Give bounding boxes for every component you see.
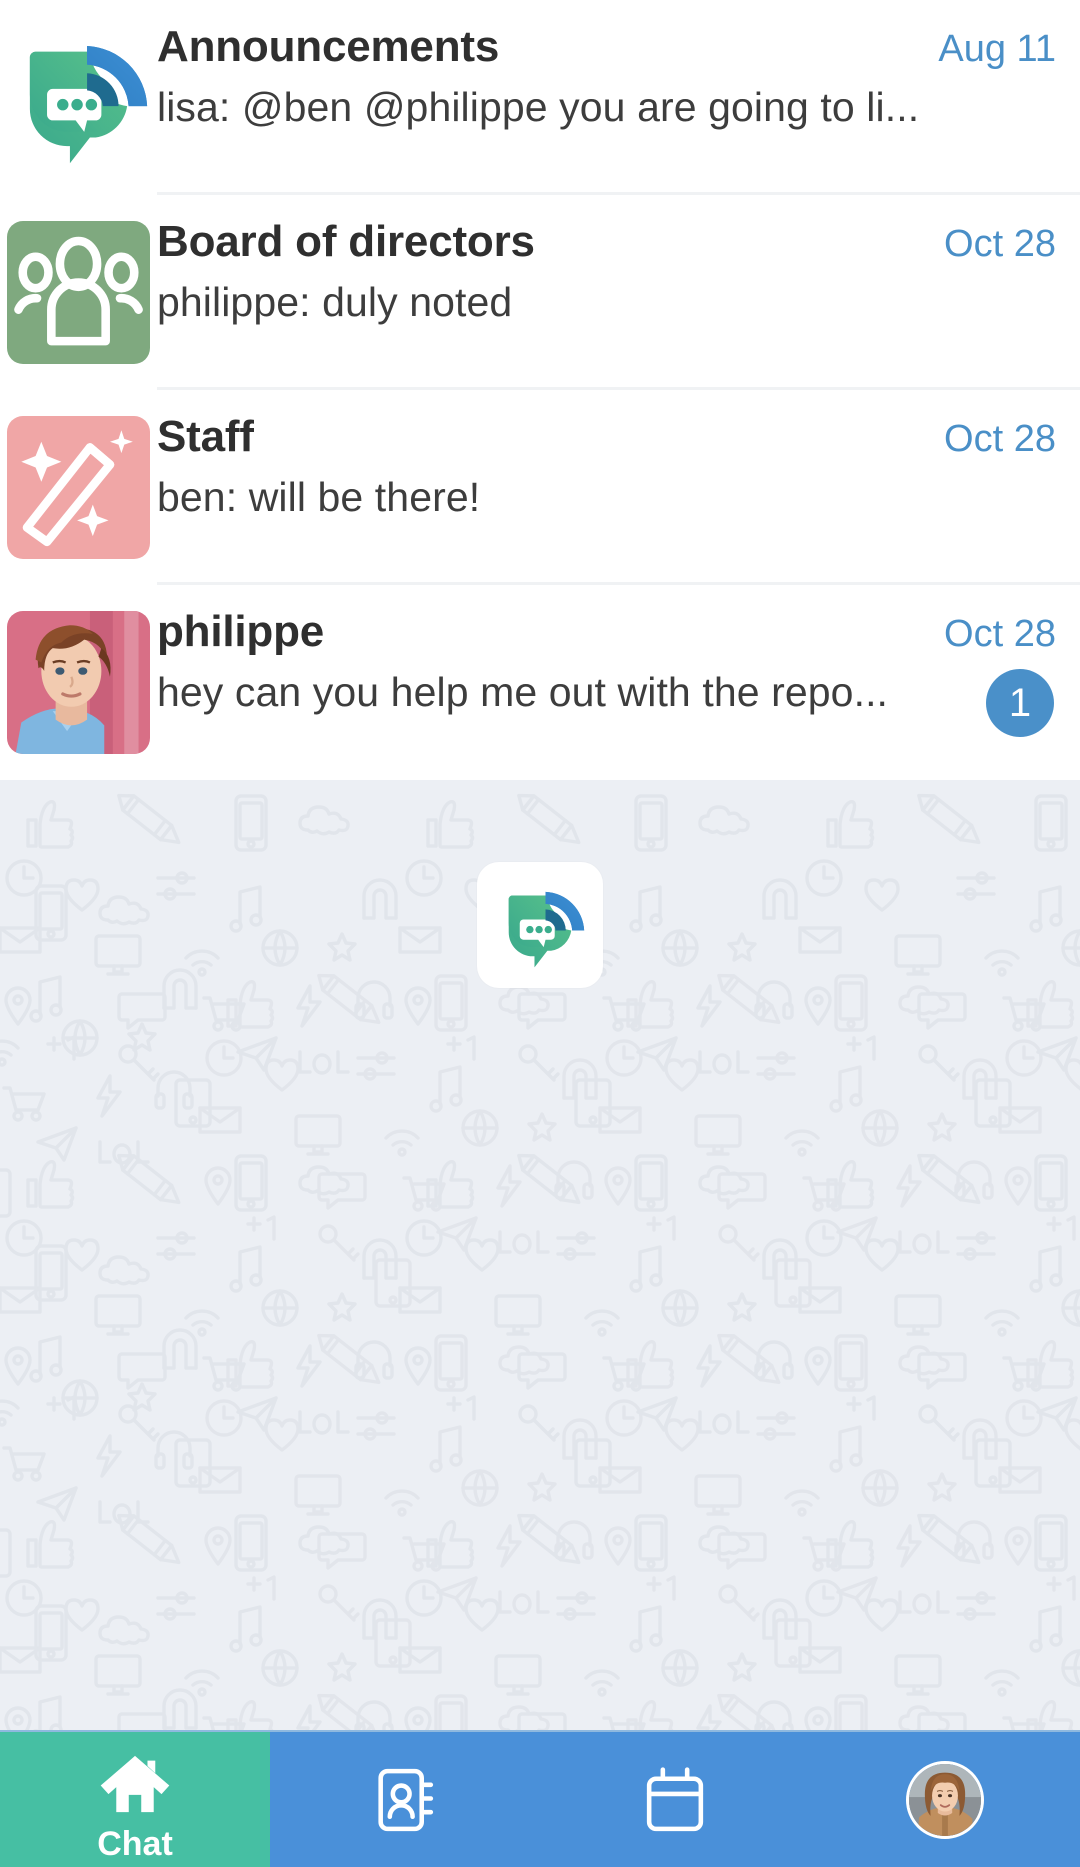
profile-avatar-icon (906, 1760, 984, 1839)
nav-tab-chat-label: Chat (97, 1824, 173, 1863)
nav-tab-calendar[interactable] (540, 1732, 810, 1867)
chat-preview: philippe: duly noted (157, 279, 513, 325)
row-footer: lisa: @ben @philippe you are going to li… (157, 84, 1080, 131)
calendar-icon (637, 1762, 713, 1838)
nav-tab-chat[interactable]: Chat (0, 1732, 270, 1867)
staff-avatar (7, 416, 150, 559)
chat-name: Staff (157, 412, 254, 461)
chat-preview: lisa: @ben @philippe you are going to li… (157, 84, 917, 130)
avatar-slot (0, 0, 157, 195)
chat-list-item-staff[interactable]: Staff Oct 28 ben: will be there! (0, 390, 1080, 585)
chat-preview: hey can you help me out with the repo... (157, 669, 889, 715)
chat-date: Oct 28 (944, 613, 1056, 655)
chat-list-item-philippe[interactable]: philippe Oct 28 hey can you help me out … (0, 585, 1080, 780)
badge-slot: 1 (970, 669, 1080, 737)
chat-date: Oct 28 (944, 223, 1056, 265)
chat-name: philippe (157, 607, 325, 656)
row-footer: philippe: duly noted (157, 279, 1080, 326)
row-body: philippe Oct 28 hey can you help me out … (157, 585, 1080, 737)
rocketchat-speech-bubble-logo-icon (494, 879, 586, 971)
row-header: Announcements Aug 11 (157, 22, 1080, 72)
chat-list-screen: Announcements Aug 11 lisa: @ben @philipp… (0, 0, 1080, 1867)
magic-wand-sparkles-icon (7, 416, 150, 559)
board-of-directors-avatar (7, 221, 150, 364)
avatar-slot (0, 195, 157, 390)
row-body: Board of directors Oct 28 philippe: duly… (157, 195, 1080, 326)
chat-name: Board of directors (157, 217, 535, 266)
announcements-app-logo-icon (7, 26, 150, 169)
empty-conversation-panel (0, 780, 1080, 1730)
chat-list: Announcements Aug 11 lisa: @ben @philipp… (0, 0, 1080, 780)
row-header: Staff Oct 28 (157, 412, 1080, 462)
chat-list-item-board-of-directors[interactable]: Board of directors Oct 28 philippe: duly… (0, 195, 1080, 390)
chat-preview: ben: will be there! (157, 474, 481, 520)
row-footer: ben: will be there! (157, 474, 1080, 521)
home-icon (96, 1745, 174, 1823)
row-body: Announcements Aug 11 lisa: @ben @philipp… (157, 0, 1080, 131)
avatar-slot (0, 585, 157, 780)
avatar-slot (0, 390, 157, 585)
address-book-icon (367, 1762, 443, 1838)
app-logo-placeholder (477, 862, 603, 988)
bottom-navigation-bar: Chat (0, 1730, 1080, 1867)
chat-date: Oct 28 (944, 418, 1056, 460)
chat-date: Aug 11 (938, 28, 1056, 70)
unread-count-badge: 1 (986, 669, 1054, 737)
philippe-photo-avatar (7, 611, 150, 754)
row-header: Board of directors Oct 28 (157, 217, 1080, 267)
row-header: philippe Oct 28 (157, 607, 1080, 657)
nav-tab-contacts[interactable] (270, 1732, 540, 1867)
nav-tab-profile[interactable] (810, 1732, 1080, 1867)
row-body: Staff Oct 28 ben: will be there! (157, 390, 1080, 521)
chat-name: Announcements (157, 22, 500, 71)
chat-list-item-announcements[interactable]: Announcements Aug 11 lisa: @ben @philipp… (0, 0, 1080, 195)
row-footer: hey can you help me out with the repo...… (157, 669, 1080, 737)
group-of-people-icon (7, 221, 150, 364)
